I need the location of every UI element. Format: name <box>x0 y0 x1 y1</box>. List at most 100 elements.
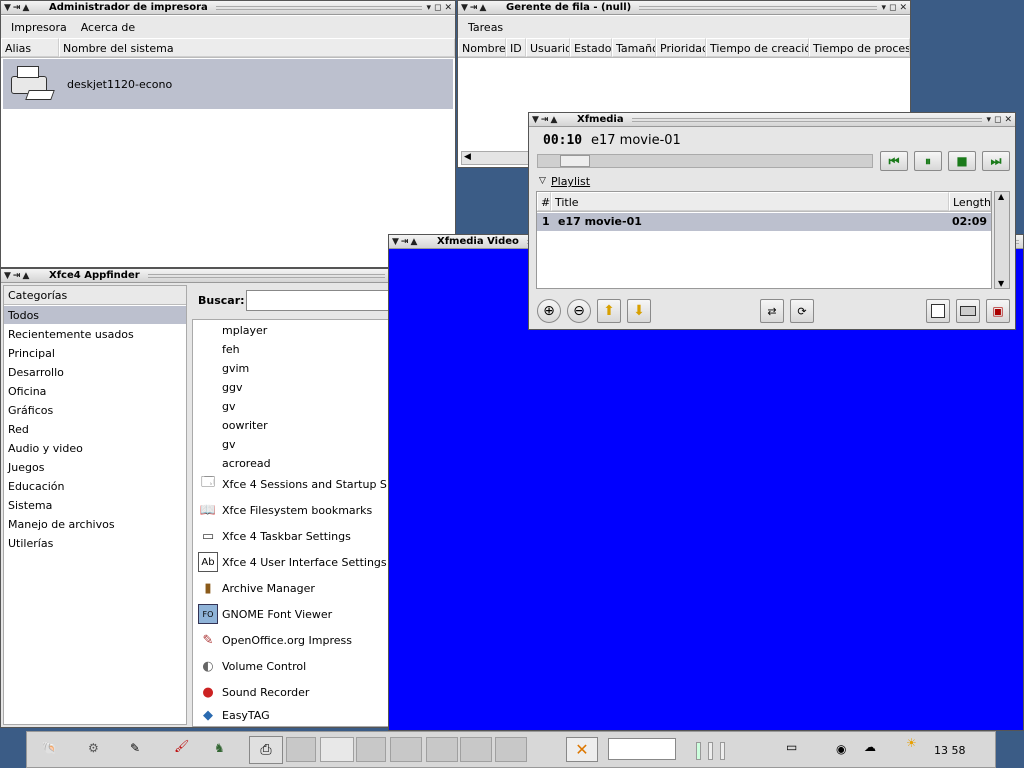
stick-icon[interactable]: ⇥ <box>401 237 409 247</box>
stick-icon[interactable]: ⇥ <box>541 115 549 125</box>
col-estado[interactable]: Estado <box>570 38 612 57</box>
category-item[interactable]: Oficina <box>8 385 46 398</box>
stop-button[interactable]: ■ <box>948 151 976 171</box>
app-item[interactable]: oowriter <box>222 419 268 432</box>
col-num[interactable]: # <box>537 192 551 211</box>
pager-desktop-3[interactable] <box>356 737 386 762</box>
weather-icon[interactable]: ☁ <box>864 740 876 754</box>
app-item[interactable]: OpenOffice.org Impress <box>222 634 352 647</box>
shade-icon[interactable]: ▲ <box>410 237 417 247</box>
col-alias[interactable]: Alias <box>1 38 59 57</box>
maximize-icon[interactable]: ◻ <box>889 3 896 13</box>
search-input[interactable] <box>246 290 391 311</box>
pause-button[interactable]: ⏸ <box>914 151 942 171</box>
col-usuario[interactable]: Usuario <box>526 38 570 57</box>
col-nombre[interactable]: Nombre <box>458 38 506 57</box>
stick-icon[interactable]: ⇥ <box>470 3 478 13</box>
clear-button[interactable] <box>926 299 950 323</box>
category-item[interactable]: Recientemente usados <box>8 328 134 341</box>
pager-desktop-6[interactable] <box>460 737 492 762</box>
col-length[interactable]: Length <box>949 192 991 211</box>
scroll-left-icon[interactable]: ◀ <box>464 152 471 162</box>
minimize-icon[interactable]: ▾ <box>986 115 991 125</box>
add-button[interactable]: ⊕ <box>537 299 561 323</box>
shade-icon[interactable]: ▲ <box>479 3 486 13</box>
xfmedia-titlebar[interactable]: ▼ ⇥ ▲ Xfmedia ▾ ◻ ✕ <box>529 113 1015 127</box>
scroll-down-icon[interactable]: ▼ <box>998 279 1004 288</box>
close-icon[interactable]: ✕ <box>444 3 452 13</box>
maximize-icon[interactable]: ◻ <box>994 115 1001 125</box>
category-item[interactable]: Principal <box>8 347 55 360</box>
repeat-button[interactable]: ⟳ <box>790 299 814 323</box>
next-button[interactable]: ⏭ <box>982 151 1010 171</box>
close-icon[interactable]: ✕ <box>1004 115 1012 125</box>
shade-icon[interactable]: ▲ <box>550 115 557 125</box>
menu-arrow-icon[interactable]: ▼ <box>4 3 11 13</box>
close-icon[interactable]: ✕ <box>899 3 907 13</box>
panel-command-input[interactable] <box>608 738 676 760</box>
app-item[interactable]: mplayer <box>222 324 267 337</box>
categories-header[interactable]: Categorías <box>4 286 186 305</box>
category-item[interactable]: Todos <box>8 309 39 322</box>
app-item[interactable]: gv <box>222 400 236 413</box>
previous-button[interactable]: ⏮ <box>880 151 908 171</box>
app-item[interactable]: gv <box>222 438 236 451</box>
category-item[interactable]: Audio y video <box>8 442 83 455</box>
menu-arrow-icon[interactable]: ▼ <box>461 3 468 13</box>
menu-arrow-icon[interactable]: ▼ <box>392 237 399 247</box>
category-item[interactable]: Red <box>8 423 29 436</box>
stick-icon[interactable]: ⇥ <box>13 3 21 13</box>
printer-row[interactable]: deskjet1120-econo <box>3 59 453 109</box>
category-item[interactable]: Sistema <box>8 499 52 512</box>
col-system-name[interactable]: Nombre del sistema <box>59 38 455 57</box>
printer-admin-titlebar[interactable]: ▼ ⇥ ▲ Administrador de impresora ▾ ◻ ✕ <box>1 1 455 15</box>
minimize-icon[interactable]: ▾ <box>881 3 886 13</box>
move-up-button[interactable]: ⬆ <box>597 299 621 323</box>
app-item[interactable]: Volume Control <box>222 660 306 673</box>
playlist-row[interactable]: 1 e17 movie-01 02:09 <box>537 213 991 231</box>
col-tamano[interactable]: Tamaño <box>612 38 656 57</box>
category-item[interactable]: Desarrollo <box>8 366 64 379</box>
playlist-scrollbar[interactable]: ▲ ▼ <box>994 191 1010 289</box>
seek-handle[interactable] <box>560 155 590 167</box>
game-icon[interactable]: ♞ <box>214 741 225 755</box>
app-item[interactable]: feh <box>222 343 240 356</box>
remove-button[interactable]: ⊖ <box>567 299 591 323</box>
power-icon[interactable]: ◉ <box>836 742 846 756</box>
menu-acerca[interactable]: Acerca de <box>81 21 135 34</box>
category-item[interactable]: Gráficos <box>8 404 53 417</box>
editor-icon[interactable]: ✎ <box>130 741 140 755</box>
close-all-button[interactable]: ✕ <box>566 737 598 762</box>
save-button[interactable]: ▣ <box>986 299 1010 323</box>
app-item[interactable]: GNOME Font Viewer <box>222 608 332 621</box>
shuffle-button[interactable]: ⇄ <box>760 299 784 323</box>
app-item[interactable]: Sound Recorder <box>222 686 309 699</box>
col-prioridad[interactable]: Prioridad <box>656 38 706 57</box>
queue-titlebar[interactable]: ▼ ⇥ ▲ Gerente de fila - (null) ▾ ◻ ✕ <box>458 1 910 15</box>
app-item[interactable]: ggv <box>222 381 242 394</box>
menu-arrow-icon[interactable]: ▼ <box>4 271 11 281</box>
category-item[interactable]: Juegos <box>8 461 44 474</box>
pager-desktop-5[interactable] <box>426 737 458 762</box>
maximize-icon[interactable]: ◻ <box>434 3 441 13</box>
col-tiempo-creacion[interactable]: Tiempo de creación <box>706 38 809 57</box>
menu-arrow-icon[interactable]: ▼ <box>532 115 539 125</box>
app-item[interactable]: Archive Manager <box>222 582 315 595</box>
category-item[interactable]: Educación <box>8 480 65 493</box>
clock[interactable]: 13 58 <box>934 744 966 757</box>
pager-desktop-2[interactable] <box>320 737 354 762</box>
app-item[interactable]: Xfce 4 Taskbar Settings <box>222 530 351 543</box>
app-item[interactable]: EasyTAG <box>222 709 270 722</box>
appfinder-titlebar[interactable]: ▼ ⇥ ▲ Xfce4 Appfinder <box>1 269 389 283</box>
category-item[interactable]: Utilerías <box>8 537 53 550</box>
shade-icon[interactable]: ▲ <box>22 271 29 281</box>
app-item[interactable]: Xfce 4 Sessions and Startup Settings <box>222 478 387 491</box>
menu-impresora[interactable]: Impresora <box>11 21 67 34</box>
pager-desktop-7[interactable] <box>495 737 527 762</box>
col-tiempo-procesar[interactable]: Tiempo de procesar <box>809 38 910 57</box>
minimize-icon[interactable]: ▾ <box>426 3 431 13</box>
app-item[interactable]: acroread <box>222 457 271 470</box>
expander-icon[interactable]: ▽ <box>539 176 546 186</box>
paint-icon[interactable]: 🖌 <box>174 739 189 753</box>
col-id[interactable]: ID <box>506 38 526 57</box>
